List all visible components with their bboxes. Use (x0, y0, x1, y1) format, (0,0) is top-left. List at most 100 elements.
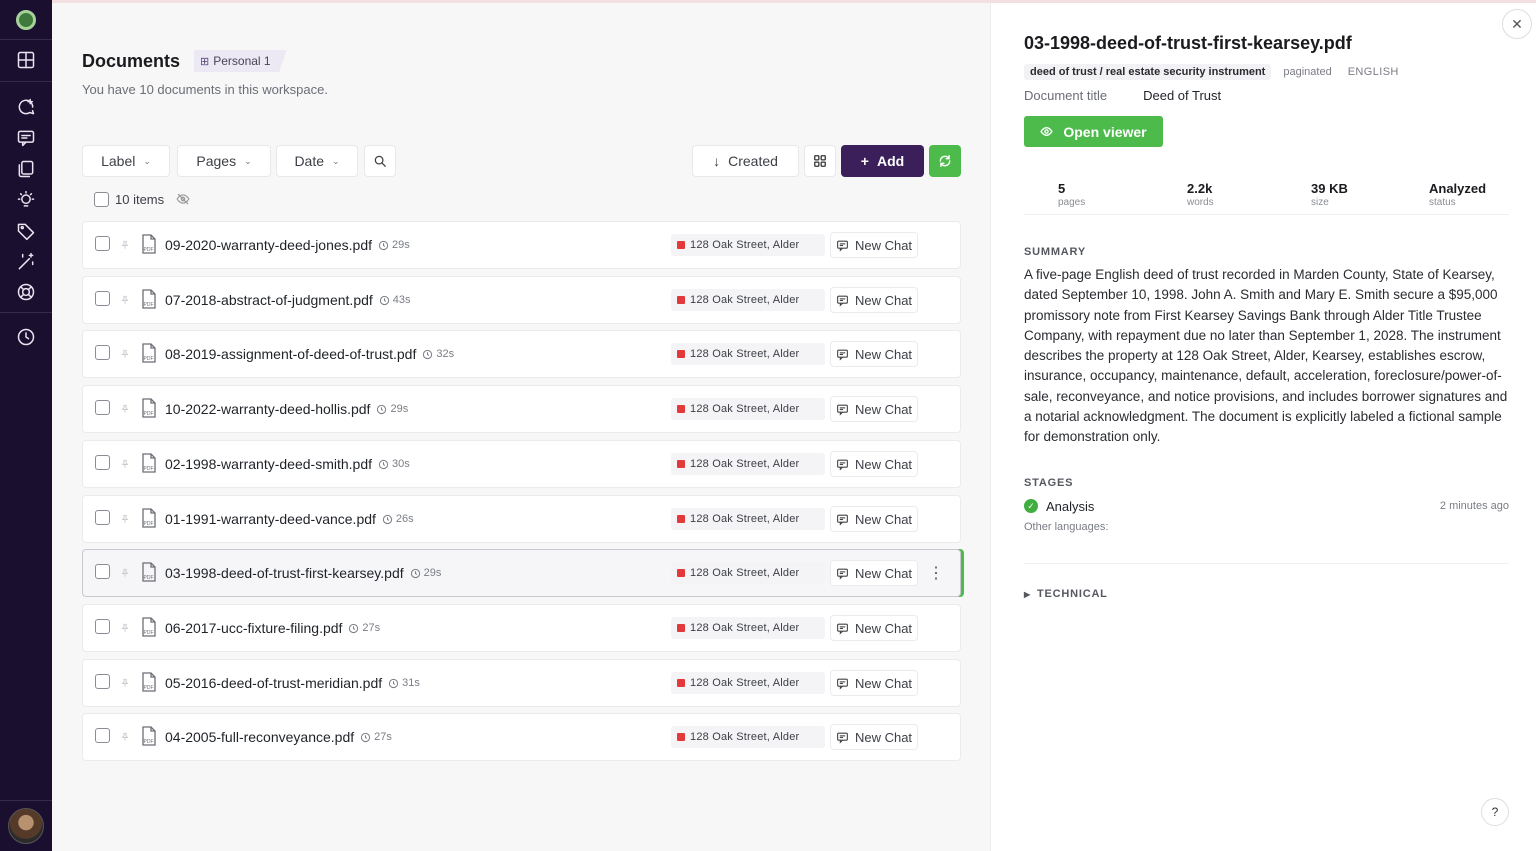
help-lifebuoy-icon[interactable] (14, 280, 38, 304)
document-row[interactable]: PDF 01-1991-warranty-deed-vance.pdf 26s 128… (82, 495, 961, 543)
document-name-link[interactable]: 05-2016-deed-of-trust-meridian.pdf 31s (165, 675, 420, 691)
address-label-tag[interactable]: 128 Oak Street, Alder (671, 726, 825, 748)
pin-icon[interactable] (119, 621, 131, 635)
row-checkbox[interactable] (95, 728, 110, 743)
new-chat-label: New Chat (854, 729, 913, 745)
pin-icon[interactable] (119, 402, 131, 416)
sort-created-button[interactable]: ↓ Created (692, 145, 799, 177)
document-name-link[interactable]: 08-2019-assignment-of-deed-of-trust.pdf 3… (165, 346, 454, 362)
pin-icon[interactable] (119, 457, 131, 471)
document-name-link[interactable]: 04-2005-full-reconveyance.pdf 27s (165, 729, 392, 745)
new-chat-icon[interactable] (14, 95, 38, 119)
stat-value: 2.2k (1187, 181, 1213, 196)
more-options-icon[interactable]: ⋮ (928, 563, 944, 583)
pin-icon[interactable] (119, 347, 131, 361)
document-name-link[interactable]: 07-2018-abstract-of-judgment.pdf 43s (165, 292, 411, 308)
document-row[interactable]: PDF 05-2016-deed-of-trust-meridian.pdf 31s… (82, 659, 961, 707)
new-chat-button[interactable]: New Chat (830, 615, 918, 641)
address-label-tag[interactable]: 128 Oak Street, Alder (671, 398, 825, 420)
new-chat-button[interactable]: New Chat (830, 560, 918, 586)
address-label-tag[interactable]: 128 Oak Street, Alder (671, 289, 825, 311)
pin-icon[interactable] (119, 566, 131, 580)
close-panel-button[interactable]: ✕ (1502, 9, 1532, 39)
age-value: 30s (392, 458, 410, 470)
new-chat-button[interactable]: New Chat (830, 506, 918, 532)
row-checkbox[interactable] (95, 564, 110, 579)
workspace-grid-icon[interactable] (14, 48, 38, 72)
new-chat-button[interactable]: New Chat (830, 724, 918, 750)
technical-toggle[interactable]: ▶ TECHNICAL (1024, 588, 1108, 600)
document-row[interactable]: PDF 09-2020-warranty-deed-jones.pdf 29s 128… (82, 221, 961, 269)
address-label-tag[interactable]: 128 Oak Street, Alder (671, 672, 825, 694)
document-row[interactable]: PDF 03-1998-deed-of-trust-first-kearsey.p… (82, 549, 961, 597)
new-chat-label: New Chat (854, 237, 913, 253)
document-name-link[interactable]: 10-2022-warranty-deed-hollis.pdf 29s (165, 401, 408, 417)
row-checkbox[interactable] (95, 236, 110, 251)
address-label-tag[interactable]: 128 Oak Street, Alder (671, 562, 825, 584)
row-checkbox[interactable] (95, 345, 110, 360)
row-checkbox[interactable] (95, 291, 110, 306)
magic-wand-icon[interactable] (14, 250, 38, 274)
labels-tag-icon[interactable] (14, 219, 38, 243)
document-row[interactable]: PDF 04-2005-full-reconveyance.pdf 27s 128 O… (82, 713, 961, 761)
select-all-checkbox[interactable] (94, 191, 109, 207)
help-button[interactable]: ? (1481, 798, 1509, 826)
document-name-link[interactable]: 09-2020-warranty-deed-jones.pdf 29s (165, 237, 410, 253)
address-label-tag[interactable]: 128 Oak Street, Alder (671, 343, 825, 365)
document-name-link[interactable]: 06-2017-ucc-fixture-filing.pdf 27s (165, 620, 380, 636)
app-logo[interactable] (16, 10, 36, 30)
date-filter[interactable]: Date ⌄ (276, 145, 358, 177)
document-row[interactable]: PDF 08-2019-assignment-of-deed-of-trust.p… (82, 330, 961, 378)
insights-bulb-icon[interactable] (14, 188, 38, 212)
document-name: 09-2020-warranty-deed-jones.pdf (165, 237, 373, 253)
new-chat-button[interactable]: New Chat (830, 670, 918, 696)
new-chat-button[interactable]: New Chat (830, 341, 918, 367)
new-chat-button[interactable]: New Chat (830, 396, 918, 422)
document-row[interactable]: PDF 06-2017-ucc-fixture-filing.pdf 27s 128 … (82, 604, 961, 652)
label-filter[interactable]: Label ⌄ (82, 145, 170, 177)
pin-icon[interactable] (119, 676, 131, 690)
pin-icon[interactable] (119, 238, 131, 252)
row-checkbox[interactable] (95, 619, 110, 634)
eye-off-icon[interactable] (176, 192, 190, 206)
address-label-tag[interactable]: 128 Oak Street, Alder (671, 508, 825, 530)
search-button[interactable] (364, 145, 396, 177)
document-name-link[interactable]: 01-1991-warranty-deed-vance.pdf 26s (165, 511, 414, 527)
history-clock-icon[interactable] (14, 325, 38, 349)
row-checkbox[interactable] (95, 400, 110, 415)
new-chat-button[interactable]: New Chat (830, 451, 918, 477)
document-row[interactable]: PDF 02-1998-warranty-deed-smith.pdf 30s 128… (82, 440, 961, 488)
workspace-badge[interactable]: ⊞ Personal 1 (194, 50, 287, 72)
documents-main: Documents ⊞ Personal 1 You have 10 docum… (52, 3, 990, 851)
chats-icon[interactable] (14, 126, 38, 150)
address-label-tag[interactable]: 128 Oak Street, Alder (671, 453, 825, 475)
pin-icon[interactable] (119, 512, 131, 526)
pages-filter[interactable]: Pages ⌄ (177, 145, 271, 177)
pin-icon[interactable] (119, 293, 131, 307)
row-checkbox[interactable] (95, 455, 110, 470)
refresh-button[interactable] (929, 145, 961, 177)
grid-view-toggle[interactable] (804, 145, 836, 177)
svg-text:PDF: PDF (144, 302, 154, 308)
new-chat-button[interactable]: New Chat (830, 232, 918, 258)
document-row[interactable]: PDF 10-2022-warranty-deed-hollis.pdf 29s 12… (82, 385, 961, 433)
add-document-button[interactable]: + Add (841, 145, 924, 177)
chat-icon (837, 404, 848, 416)
technical-label: TECHNICAL (1036, 588, 1108, 600)
row-checkbox[interactable] (95, 674, 110, 689)
address-label-tag[interactable]: 128 Oak Street, Alder (671, 617, 825, 639)
document-row[interactable]: PDF 07-2018-abstract-of-judgment.pdf 43s 12… (82, 276, 961, 324)
document-name-link[interactable]: 03-1998-deed-of-trust-first-kearsey.pdf 2… (165, 565, 441, 581)
open-viewer-button[interactable]: Open viewer (1024, 116, 1163, 147)
row-checkbox[interactable] (95, 510, 110, 525)
pin-icon[interactable] (119, 730, 131, 744)
document-name-link[interactable]: 02-1998-warranty-deed-smith.pdf 30s (165, 456, 410, 472)
sidebar-divider (0, 800, 52, 801)
documents-icon[interactable] (14, 157, 38, 181)
new-chat-button[interactable]: New Chat (830, 287, 918, 313)
check-circle-icon: ✓ (1024, 499, 1038, 513)
clock-icon (382, 514, 393, 524)
chat-icon (837, 514, 848, 526)
user-avatar[interactable] (8, 808, 44, 844)
address-label-tag[interactable]: 128 Oak Street, Alder (671, 234, 825, 256)
